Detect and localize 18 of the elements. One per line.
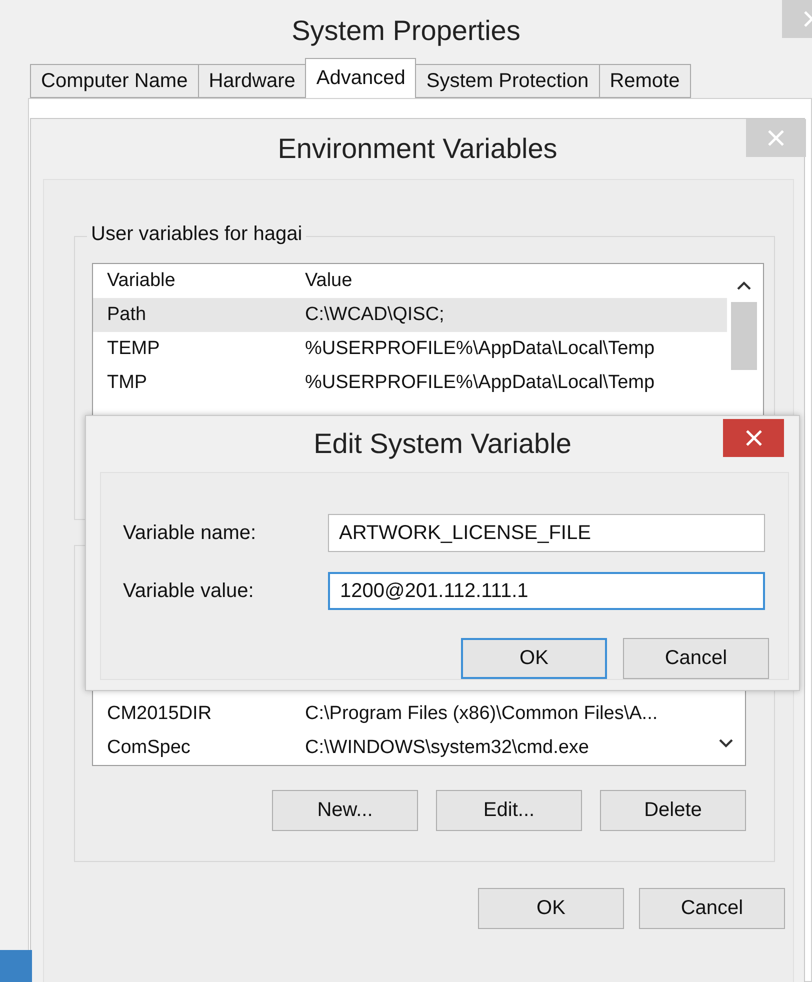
column-header: Variable — [107, 270, 176, 292]
window-title: Edit System Variable — [314, 428, 572, 460]
variable-value: %USERPROFILE%\AppData\Local\Temp — [305, 372, 656, 394]
variable-name: TEMP — [107, 338, 161, 360]
field-label: Variable value: — [123, 580, 255, 602]
window-title: System Properties — [292, 15, 520, 47]
variable-value: C:\WCAD\QISC; — [305, 304, 446, 326]
variable-value: C:\WINDOWS\system32\cmd.exe — [305, 737, 590, 759]
group-label: User variables for hagai — [87, 223, 306, 246]
variable-name: CM2015DIR — [107, 703, 213, 725]
column-header: Value — [305, 270, 354, 292]
variable-value: %USERPROFILE%\AppData\Local\Temp — [305, 338, 656, 360]
variable-name: ComSpec — [107, 737, 192, 759]
variable-name: TMP — [107, 372, 148, 394]
field-label: Variable name: — [123, 522, 258, 544]
variable-value: C:\Program Files (x86)\Common Files\A... — [305, 703, 659, 725]
variable-name: Path — [107, 304, 148, 326]
window-title: Environment Variables — [278, 133, 558, 165]
